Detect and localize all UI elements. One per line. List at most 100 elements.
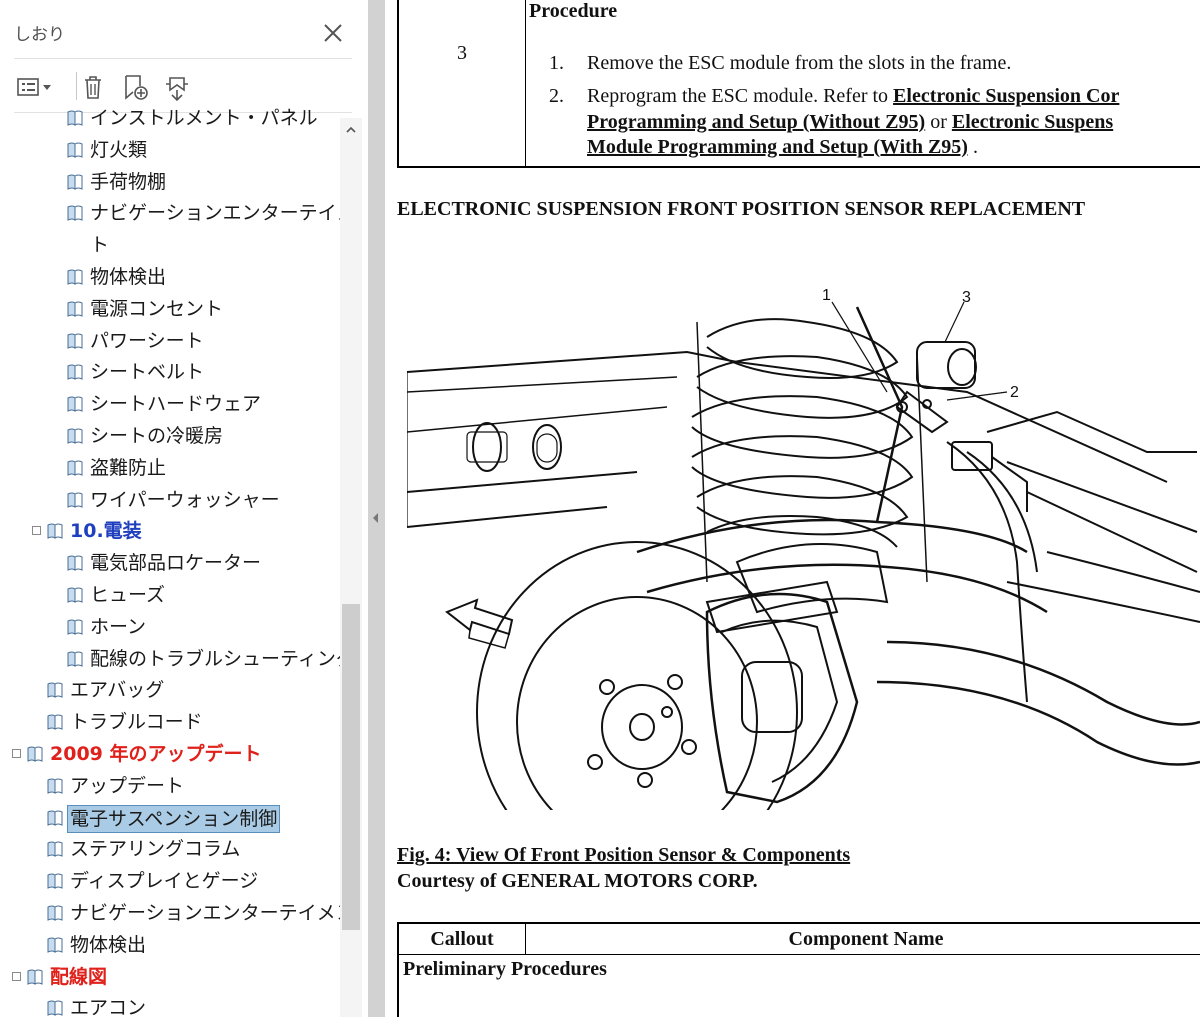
bookmark-item[interactable]: トラブルコード	[0, 707, 340, 737]
bookmark-icon	[67, 460, 83, 476]
bookmark-label: パワーシート	[90, 329, 204, 352]
new-bookmark-icon	[125, 75, 148, 100]
bookmark-item[interactable]: 配線のトラブルシューティング	[0, 644, 340, 674]
bookmark-item[interactable]: 手荷物棚	[0, 167, 340, 197]
esc-programming-link-2[interactable]: Electronic Suspens	[952, 111, 1113, 133]
bookmark-item[interactable]: 2009 年のアップデート	[0, 739, 340, 769]
bookmark-icon	[67, 142, 83, 158]
step-num: 2.	[549, 85, 564, 107]
bookmark-icon	[67, 301, 83, 317]
programming-without-z95-link[interactable]: Programming and Setup (Without Z95)	[587, 111, 925, 133]
bookmark-label: 10.電装	[70, 520, 142, 543]
bookmark-item[interactable]: ト	[0, 230, 340, 260]
component-name-column-header: Component Name	[788, 928, 944, 950]
bookmark-label: 電源コンセント	[90, 297, 224, 320]
scroll-up-icon[interactable]	[345, 124, 357, 136]
bookmark-icon	[47, 523, 63, 540]
bookmark-item[interactable]: 盗難防止	[0, 453, 340, 483]
bookmarks-panel: しおり インストルメント・パネル 灯火類 手荷物棚 ナビゲーションエンターテイ …	[0, 0, 368, 1017]
bookmark-item[interactable]: ヒューズ	[0, 580, 340, 610]
bookmark-item[interactable]: インストルメント・パネル	[0, 108, 340, 133]
programming-with-z95-link[interactable]: Module Programming and Setup (With Z95)	[587, 136, 968, 158]
procedure-table: 3 Procedure 1. Remove the ESC module fro…	[397, 0, 1200, 168]
callout-2-label: 2	[1010, 384, 1019, 401]
bookmark-item[interactable]: ワイパーウォッシャー	[0, 485, 340, 515]
bookmark-icon	[47, 682, 63, 699]
bookmark-item[interactable]: パワーシート	[0, 326, 340, 356]
bookmark-label: エアコン	[70, 997, 147, 1017]
bookmark-icon	[67, 587, 83, 603]
callout-column-header: Callout	[430, 928, 494, 950]
bookmark-item[interactable]: 配線図	[0, 962, 340, 992]
collapse-panel-icon[interactable]	[372, 512, 380, 524]
bookmark-label: ナビゲーションエンターテイメン	[90, 202, 340, 225]
bookmark-item[interactable]: シートベルト	[0, 357, 340, 387]
bookmark-icon	[47, 873, 63, 890]
callout-3-label: 3	[962, 289, 971, 306]
bookmark-label: 電子サスペンション制御	[67, 804, 281, 833]
bookmark-item[interactable]: 電源コンセント	[0, 294, 340, 324]
bookmark-icon	[67, 396, 83, 413]
step-text-suffix: .	[967, 136, 978, 158]
bookmark-icon	[47, 905, 63, 921]
bookmark-label: ヒューズ	[90, 584, 166, 606]
bookmark-item[interactable]: エアバッグ	[0, 675, 340, 705]
bookmark-item[interactable]: シートの冷暖房	[0, 421, 340, 451]
bookmark-item[interactable]: 電気部品ロケーター	[0, 548, 340, 578]
bookmark-label: 電気部品ロケーター	[90, 552, 262, 575]
bookmark-item[interactable]: 物体検出	[0, 930, 340, 960]
step-text: Programming and Setup (Without Z95) or E…	[587, 111, 1113, 134]
bookmark-item[interactable]: 灯火類	[0, 135, 340, 165]
bookmark-label: インストルメント・パネル	[90, 108, 318, 129]
panel-title: しおり	[14, 25, 65, 45]
new-bookmark-button[interactable]	[118, 70, 152, 104]
bookmark-item[interactable]: シートハードウェア	[0, 389, 340, 419]
close-icon	[324, 24, 342, 42]
bookmark-label: 2009 年のアップデート	[50, 743, 262, 765]
bookmark-label: ト	[90, 234, 110, 257]
panel-splitter[interactable]	[368, 0, 385, 1017]
bookmark-icon	[27, 746, 43, 762]
bookmark-label: 盗難防止	[90, 456, 167, 479]
bookmark-item-selected[interactable]: 電子サスペンション制御	[0, 803, 340, 833]
bookmark-item[interactable]: 10.電装	[0, 516, 340, 546]
bookmark-label: ホーン	[90, 615, 147, 638]
bookmark-item[interactable]: ステアリングコラム	[0, 834, 340, 864]
trash-icon	[85, 76, 101, 99]
bookmark-item[interactable]: アップデート	[0, 771, 340, 801]
collapse-toggle-icon[interactable]	[32, 526, 41, 536]
expand-bookmark-button[interactable]	[160, 70, 194, 104]
bookmark-icon	[47, 778, 63, 794]
collapse-toggle-icon[interactable]	[12, 971, 21, 981]
bookmark-icon	[67, 428, 83, 444]
section-heading: ELECTRONIC SUSPENSION FRONT POSITION SEN…	[397, 198, 1086, 220]
callout-1-label: 1	[822, 287, 831, 304]
bookmark-item[interactable]: ディスプレイとゲージ	[0, 866, 340, 896]
bookmark-item[interactable]: エアコン	[0, 993, 340, 1017]
bookmark-item[interactable]: 物体検出	[0, 262, 340, 292]
delete-bookmark-button[interactable]	[76, 70, 110, 104]
bookmark-label: 配線のトラブルシューティング	[90, 647, 340, 670]
bookmark-label: ステアリングコラム	[70, 838, 241, 861]
bookmark-label: トラブルコード	[70, 711, 203, 734]
step-text: Module Programming and Setup (With Z95) …	[587, 136, 978, 159]
bookmark-label: エアバッグ	[70, 679, 165, 702]
bookmark-icon	[27, 969, 43, 985]
bookmark-item[interactable]: ホーン	[0, 612, 340, 642]
esc-programming-link[interactable]: Electronic Suspension Cor	[893, 85, 1119, 107]
bookmark-label: アップデート	[70, 774, 185, 797]
bookmark-item[interactable]: ナビゲーションエンターテイメント	[0, 898, 340, 928]
step-text: Reprogram the ESC module. Refer to Elect…	[587, 85, 1119, 108]
options-menu-button[interactable]	[14, 70, 58, 104]
document-view: 3 Procedure 1. Remove the ESC module fro…	[385, 0, 1200, 1017]
bookmark-icon	[67, 205, 83, 222]
bookmark-icon	[67, 174, 83, 190]
bookmark-item[interactable]: ナビゲーションエンターテイメン	[0, 198, 340, 228]
step-text: Remove the ESC module from the slots in …	[587, 52, 1012, 74]
bookmarks-scrollbar[interactable]	[340, 118, 362, 1017]
scroll-thumb[interactable]	[342, 604, 360, 930]
bookmark-icon	[47, 841, 63, 858]
collapse-toggle-icon[interactable]	[12, 749, 21, 758]
close-panel-button[interactable]	[318, 18, 348, 48]
bookmark-icon	[67, 555, 83, 572]
